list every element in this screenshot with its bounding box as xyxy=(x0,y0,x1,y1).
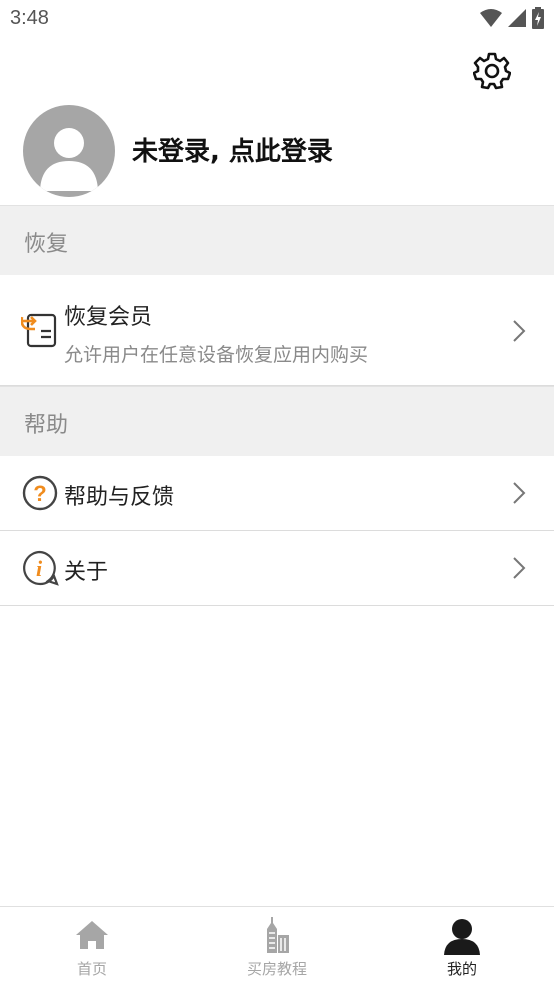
row-title: 恢复会员 xyxy=(64,305,153,330)
home-icon xyxy=(76,921,108,949)
info-icon: i xyxy=(23,550,59,586)
gear-icon xyxy=(473,52,511,90)
bottom-tab-bar: 首页 买房教程 我的 xyxy=(0,906,554,984)
restore-membership-item[interactable]: 恢复会员 允许用户在任意设备恢复应用内购买 xyxy=(0,275,554,386)
chevron-right-icon xyxy=(513,482,526,504)
tab-label: 我的 xyxy=(446,960,477,978)
row-subtitle: 允许用户在任意设备恢复应用内购买 xyxy=(64,344,369,366)
cell-signal-icon xyxy=(508,9,526,27)
tab-label: 首页 xyxy=(76,960,107,978)
tab-label: 买房教程 xyxy=(246,960,307,978)
status-time: 3:48 xyxy=(10,7,49,29)
section-header-restore: 恢复 xyxy=(0,205,554,275)
about-item[interactable]: i 关于 xyxy=(0,531,554,606)
question-icon: ? xyxy=(22,475,58,511)
section-title: 恢复 xyxy=(24,232,69,257)
settings-button[interactable] xyxy=(472,51,512,91)
profile-header: 未登录, 点此登录 xyxy=(0,100,554,205)
tab-tutorial[interactable]: 买房教程 xyxy=(185,907,369,984)
battery-icon xyxy=(532,7,544,29)
help-feedback-item[interactable]: ? 帮助与反馈 xyxy=(0,456,554,531)
avatar[interactable] xyxy=(23,105,115,197)
svg-text:i: i xyxy=(36,556,43,581)
tab-home[interactable]: 首页 xyxy=(0,907,184,984)
section-title: 帮助 xyxy=(24,413,69,438)
chevron-right-icon xyxy=(513,557,526,579)
building-icon xyxy=(267,917,289,953)
status-icons xyxy=(480,7,544,29)
restore-document-icon xyxy=(21,313,57,348)
wifi-icon xyxy=(480,9,502,27)
section-header-help: 帮助 xyxy=(0,386,554,456)
svg-text:?: ? xyxy=(33,481,46,506)
tab-mine[interactable]: 我的 xyxy=(370,907,554,984)
row-title: 关于 xyxy=(64,560,109,585)
row-title: 帮助与反馈 xyxy=(64,485,175,510)
default-avatar-icon xyxy=(40,128,98,191)
login-prompt[interactable]: 未登录, 点此登录 xyxy=(132,131,333,168)
chevron-right-icon xyxy=(513,320,526,342)
person-icon xyxy=(444,919,480,955)
status-bar: 3:48 xyxy=(0,0,554,38)
